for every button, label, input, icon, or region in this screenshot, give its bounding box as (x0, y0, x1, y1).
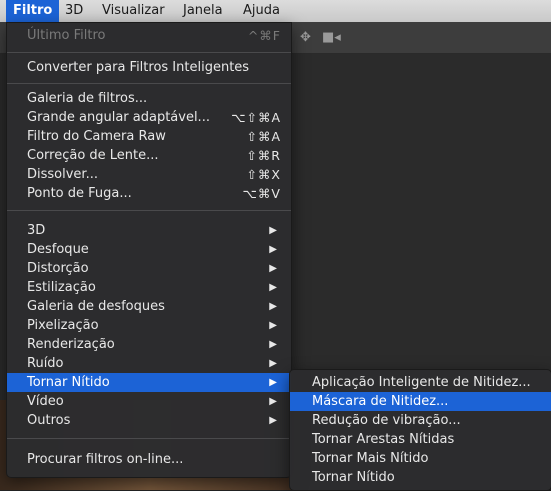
menubar-3d[interactable]: 3D (58, 0, 90, 22)
menu-item-label: Outros (27, 413, 71, 428)
menu-item-label: Máscara de Nitidez... (312, 394, 449, 409)
menu-item-label: Ponto de Fuga... (27, 186, 132, 201)
video-camera-icon[interactable]: ■◂ (322, 30, 341, 45)
submenu-item-unsharp-mask[interactable]: Máscara de Nitidez... (290, 392, 551, 411)
separator (7, 438, 291, 439)
shortcut: ⇧⌘X (246, 167, 281, 182)
menu-item-label: Tornar Nítido (312, 470, 395, 485)
menubar-ajuda[interactable]: Ajuda (236, 0, 287, 22)
menu-item-label: Tornar Mais Nítido (312, 451, 429, 466)
sharpen-submenu: Aplicação Inteligente de Nitidez... Másc… (289, 369, 551, 491)
shortcut: ⌥⇧⌘A (231, 110, 281, 125)
separator (7, 210, 291, 211)
menu-item-filter-gallery[interactable]: Galeria de filtros... (7, 89, 291, 108)
submenu-arrow-icon: ▶ (269, 225, 277, 236)
menu-item-label: Último Filtro (27, 28, 106, 43)
menu-item-label: Vídeo (27, 394, 64, 409)
menu-item-label: Dissolver... (27, 167, 98, 182)
submenu-arrow-icon: ▶ (269, 377, 277, 388)
separator (7, 83, 291, 84)
menu-item-label: Redução de vibração... (312, 413, 461, 428)
menu-item-label: Ruído (27, 356, 64, 371)
submenu-item-sharpen-more[interactable]: Tornar Mais Nítido (290, 449, 551, 468)
menu-item-blur[interactable]: Desfoque ▶ (7, 240, 291, 259)
menu-item-label: Grande angular adaptável... (27, 110, 210, 125)
submenu-item-smart-sharpen[interactable]: Aplicação Inteligente de Nitidez... (290, 373, 551, 392)
menu-item-distort[interactable]: Distorção ▶ (7, 259, 291, 278)
menubar-janela[interactable]: Janela (176, 0, 230, 22)
shortcut: ^⌘F (247, 28, 281, 43)
menu-item-3d[interactable]: 3D ▶ (7, 221, 291, 240)
menu-item-render[interactable]: Renderização ▶ (7, 335, 291, 354)
submenu-arrow-icon: ▶ (269, 244, 277, 255)
menu-item-stylize[interactable]: Estilização ▶ (7, 278, 291, 297)
menu-item-label: Filtro do Camera Raw (27, 129, 166, 144)
shortcut: ⇧⌘A (246, 129, 281, 144)
menu-item-video[interactable]: Vídeo ▶ (7, 392, 291, 411)
menu-item-label: Tornar Nítido (27, 375, 110, 390)
menu-item-liquify[interactable]: Dissolver... ⇧⌘X (7, 165, 291, 184)
menu-item-sharpen[interactable]: Tornar Nítido ▶ (7, 373, 291, 392)
menu-item-label: Renderização (27, 337, 115, 352)
menu-item-blur-gallery[interactable]: Galeria de desfoques ▶ (7, 297, 291, 316)
submenu-arrow-icon: ▶ (269, 320, 277, 331)
menu-item-other[interactable]: Outros ▶ (7, 411, 291, 430)
menu-item-label: Estilização (27, 280, 96, 295)
menu-item-vanishing-point[interactable]: Ponto de Fuga... ⌥⌘V (7, 184, 291, 203)
pan-3d-icon[interactable]: ✥ (300, 30, 311, 45)
menu-item-label: Correção de Lente... (27, 148, 159, 163)
menu-item-label: Distorção (27, 261, 89, 276)
menu-item-convert-smart-filters[interactable]: Converter para Filtros Inteligentes (7, 58, 291, 77)
submenu-item-sharpen[interactable]: Tornar Nítido (290, 468, 551, 487)
menu-item-label: Desfoque (27, 242, 89, 257)
menu-item-pixelate[interactable]: Pixelização ▶ (7, 316, 291, 335)
submenu-arrow-icon: ▶ (269, 396, 277, 407)
submenu-arrow-icon: ▶ (269, 339, 277, 350)
submenu-item-sharpen-edges[interactable]: Tornar Arestas Nítidas (290, 430, 551, 449)
menu-item-label: Tornar Arestas Nítidas (312, 432, 455, 447)
menu-item-noise[interactable]: Ruído ▶ (7, 354, 291, 373)
menu-item-browse-online[interactable]: Procurar filtros on-line... (7, 450, 291, 469)
menu-item-adaptive-wide-angle[interactable]: Grande angular adaptável... ⌥⇧⌘A (7, 108, 291, 127)
menu-item-label: Galeria de desfoques (27, 299, 165, 314)
shortcut: ⇧⌘R (246, 148, 281, 163)
menu-bar: Filtro 3D Visualizar Janela Ajuda (0, 0, 551, 23)
submenu-arrow-icon: ▶ (269, 301, 277, 312)
menu-item-label: 3D (27, 223, 46, 238)
separator (7, 52, 291, 53)
shortcut: ⌥⌘V (242, 186, 281, 201)
menubar-visualizar[interactable]: Visualizar (95, 0, 172, 22)
menu-item-label: Procurar filtros on-line... (27, 452, 184, 467)
menu-item-label: Converter para Filtros Inteligentes (27, 60, 250, 75)
menu-item-label: Pixelização (27, 318, 99, 333)
menu-item-lens-correction[interactable]: Correção de Lente... ⇧⌘R (7, 146, 291, 165)
menubar-filtro[interactable]: Filtro (6, 0, 60, 22)
menu-item-last-filter: Último Filtro ^⌘F (7, 26, 291, 45)
menu-item-camera-raw[interactable]: Filtro do Camera Raw ⇧⌘A (7, 127, 291, 146)
filter-menu: Último Filtro ^⌘F Converter para Filtros… (6, 22, 292, 478)
submenu-arrow-icon: ▶ (269, 282, 277, 293)
submenu-arrow-icon: ▶ (269, 415, 277, 426)
menu-item-label: Aplicação Inteligente de Nitidez... (312, 375, 531, 390)
submenu-arrow-icon: ▶ (269, 263, 277, 274)
submenu-arrow-icon: ▶ (269, 358, 277, 369)
submenu-item-shake-reduction[interactable]: Redução de vibração... (290, 411, 551, 430)
menu-item-label: Galeria de filtros... (27, 91, 148, 106)
